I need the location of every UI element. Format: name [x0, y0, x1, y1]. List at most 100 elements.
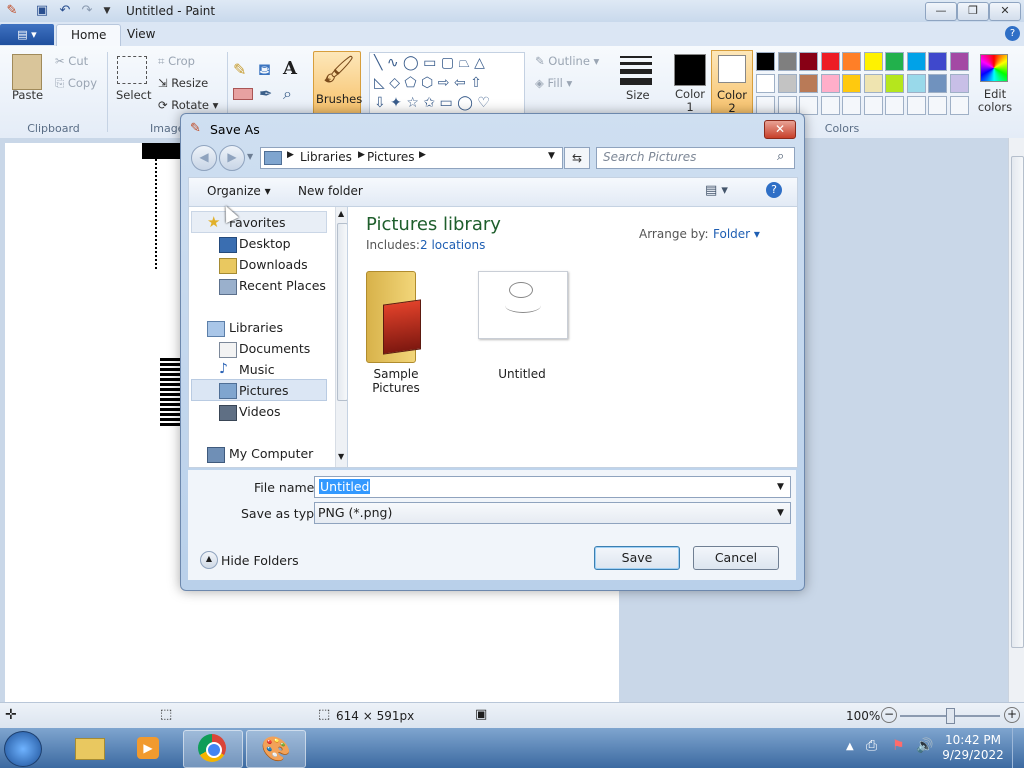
palette-swatch[interactable] — [799, 74, 818, 93]
color1-swatch[interactable] — [674, 54, 706, 86]
nav-downloads[interactable]: Downloads — [239, 257, 308, 272]
type-dropdown-icon[interactable]: ▼ — [777, 503, 784, 523]
dialog-close-button[interactable]: ✕ — [764, 120, 796, 139]
size-button[interactable]: Size — [626, 88, 650, 102]
qat-dropdown-icon[interactable]: ▼ — [99, 3, 115, 19]
rotate-button[interactable]: ⟳ Rotate ▾ — [158, 98, 218, 112]
nav-pictures[interactable]: Pictures — [239, 383, 289, 398]
close-button[interactable]: ✕ — [989, 2, 1021, 21]
breadcrumb-libraries[interactable]: Libraries — [300, 150, 352, 164]
palette-swatch[interactable] — [842, 52, 861, 71]
brushes-button[interactable]: 🖌 Brushes — [313, 51, 362, 115]
help-icon[interactable]: ? — [1005, 26, 1020, 41]
nav-libraries[interactable]: Libraries — [229, 320, 283, 335]
fill-button[interactable]: ◈ Fill ▾ — [535, 76, 572, 90]
nav-my-computer[interactable]: My Computer — [229, 446, 313, 461]
nav-videos[interactable]: Videos — [239, 404, 281, 419]
hide-folders-chevron-icon[interactable]: ▲ — [200, 551, 218, 569]
forward-button[interactable]: ▶ — [219, 145, 245, 171]
breadcrumb-arrow[interactable]: ▶ — [358, 150, 365, 160]
palette-swatch[interactable] — [820, 74, 840, 93]
tab-home[interactable]: Home — [56, 24, 122, 46]
cut-button[interactable]: ✂ Cut — [55, 54, 88, 68]
eraser-icon[interactable] — [233, 88, 253, 100]
palette-swatch[interactable] — [928, 52, 947, 71]
nav-recent-places[interactable]: Recent Places — [239, 278, 326, 293]
palette-swatch[interactable] — [842, 74, 861, 93]
refresh-button[interactable]: ⇆ — [564, 147, 590, 169]
magnifier-icon[interactable]: ⌕ — [283, 84, 292, 104]
save-icon[interactable]: ▣ — [34, 3, 50, 19]
device-icon[interactable]: ⎙ — [866, 738, 877, 754]
crop-button[interactable]: ⌗ Crop — [158, 54, 195, 69]
palette-swatch[interactable] — [777, 74, 797, 93]
search-icon[interactable]: ⌕ — [777, 149, 784, 164]
palette-swatch[interactable] — [906, 52, 926, 71]
save-as-type-select[interactable]: PNG (*.png) ▼ — [314, 502, 791, 524]
paste-button[interactable]: Paste — [12, 88, 43, 102]
hide-folders-button[interactable]: Hide Folders — [221, 553, 299, 568]
breadcrumb-arrow[interactable]: ▶ — [287, 150, 294, 160]
palette-swatch[interactable] — [820, 52, 840, 71]
palette-swatch-empty[interactable] — [885, 96, 904, 115]
filename-dropdown-icon[interactable]: ▼ — [777, 477, 784, 497]
tab-view[interactable]: View — [113, 24, 169, 45]
palette-swatch[interactable] — [949, 74, 969, 93]
view-options-icon[interactable]: ▤ ▾ — [705, 183, 728, 198]
outline-button[interactable]: ✎ Outline ▾ — [535, 54, 599, 68]
palette-swatch-empty[interactable] — [928, 96, 947, 115]
select-icon[interactable] — [117, 56, 147, 84]
palette-swatch[interactable] — [756, 52, 775, 71]
palette-swatch[interactable] — [863, 74, 883, 93]
paste-icon[interactable] — [12, 54, 42, 90]
palette-swatch[interactable] — [799, 52, 818, 71]
shapes-gallery[interactable]: ╲ ∿ ◯ ▭ ▢ ⏢ △ ◺ ◇ ⬠ ⬡ ⇨ ⇦ ⇧ ⇩ ✦ ☆ ✩ ▭ ◯ ♡ — [369, 52, 525, 116]
paint-menu-button[interactable]: ▤ ▾ — [0, 24, 54, 45]
nav-documents[interactable]: Documents — [239, 341, 310, 356]
palette-swatch-empty[interactable] — [842, 96, 861, 115]
show-desktop-button[interactable] — [1012, 728, 1024, 768]
taskbar-chrome[interactable] — [183, 730, 243, 768]
scroll-down-arrow[interactable]: ▼ — [338, 452, 344, 461]
palette-swatch-empty[interactable] — [949, 96, 969, 115]
palette-swatch-empty[interactable] — [863, 96, 883, 115]
back-button[interactable]: ◀ — [191, 145, 217, 171]
taskbar-explorer[interactable] — [60, 730, 118, 766]
palette-swatch[interactable] — [928, 74, 947, 93]
address-dropdown-icon[interactable]: ▼ — [548, 151, 555, 161]
scrollbar-thumb[interactable] — [1011, 156, 1024, 648]
text-tool-icon[interactable]: A — [283, 58, 297, 79]
volume-icon[interactable]: 🔊 — [916, 738, 933, 754]
copy-button[interactable]: ⎘ Copy — [55, 76, 97, 91]
palette-swatch-empty[interactable] — [820, 96, 840, 115]
edit-colors-icon[interactable] — [980, 54, 1008, 82]
organize-button[interactable]: Organize ▾ — [207, 184, 271, 198]
size-icon[interactable] — [620, 56, 652, 85]
palette-swatch-empty[interactable] — [906, 96, 926, 115]
redo-icon[interactable]: ↷ — [79, 3, 95, 19]
item-sample-pictures[interactable]: Sample Pictures — [356, 267, 436, 395]
nav-desktop[interactable]: Desktop — [239, 236, 291, 251]
palette-swatch[interactable] — [756, 74, 775, 93]
nav-music[interactable]: Music — [239, 362, 275, 377]
zoom-slider-thumb[interactable] — [946, 708, 955, 724]
taskbar-paint[interactable]: 🎨 — [246, 730, 306, 768]
save-button[interactable]: Save — [594, 546, 680, 570]
palette-swatch[interactable] — [777, 52, 797, 71]
select-button[interactable]: Select — [116, 88, 151, 102]
canvas-vertical-scrollbar[interactable] — [1008, 138, 1024, 702]
breadcrumb-pictures[interactable]: Pictures — [367, 150, 415, 164]
fill-bucket-icon[interactable]: ⛾ — [258, 60, 271, 81]
item-untitled[interactable]: Untitled — [474, 267, 574, 382]
palette-swatch[interactable] — [906, 74, 926, 93]
show-hidden-icons[interactable]: ▲ — [846, 741, 854, 752]
breadcrumb-arrow[interactable]: ▶ — [419, 150, 426, 160]
clock[interactable]: 10:42 PM 9/29/2022 — [942, 733, 1004, 763]
taskbar-media-player[interactable]: ▶ — [120, 730, 178, 766]
color-picker-icon[interactable]: ✒ — [259, 84, 272, 103]
filename-input[interactable]: Untitled ▼ — [314, 476, 791, 498]
color1-button[interactable]: Color 1 — [675, 88, 705, 114]
paint-app-icon[interactable]: ✎ — [4, 3, 20, 19]
scroll-up-arrow[interactable]: ▲ — [338, 209, 344, 218]
color2-button[interactable]: Color 2 — [711, 50, 753, 116]
